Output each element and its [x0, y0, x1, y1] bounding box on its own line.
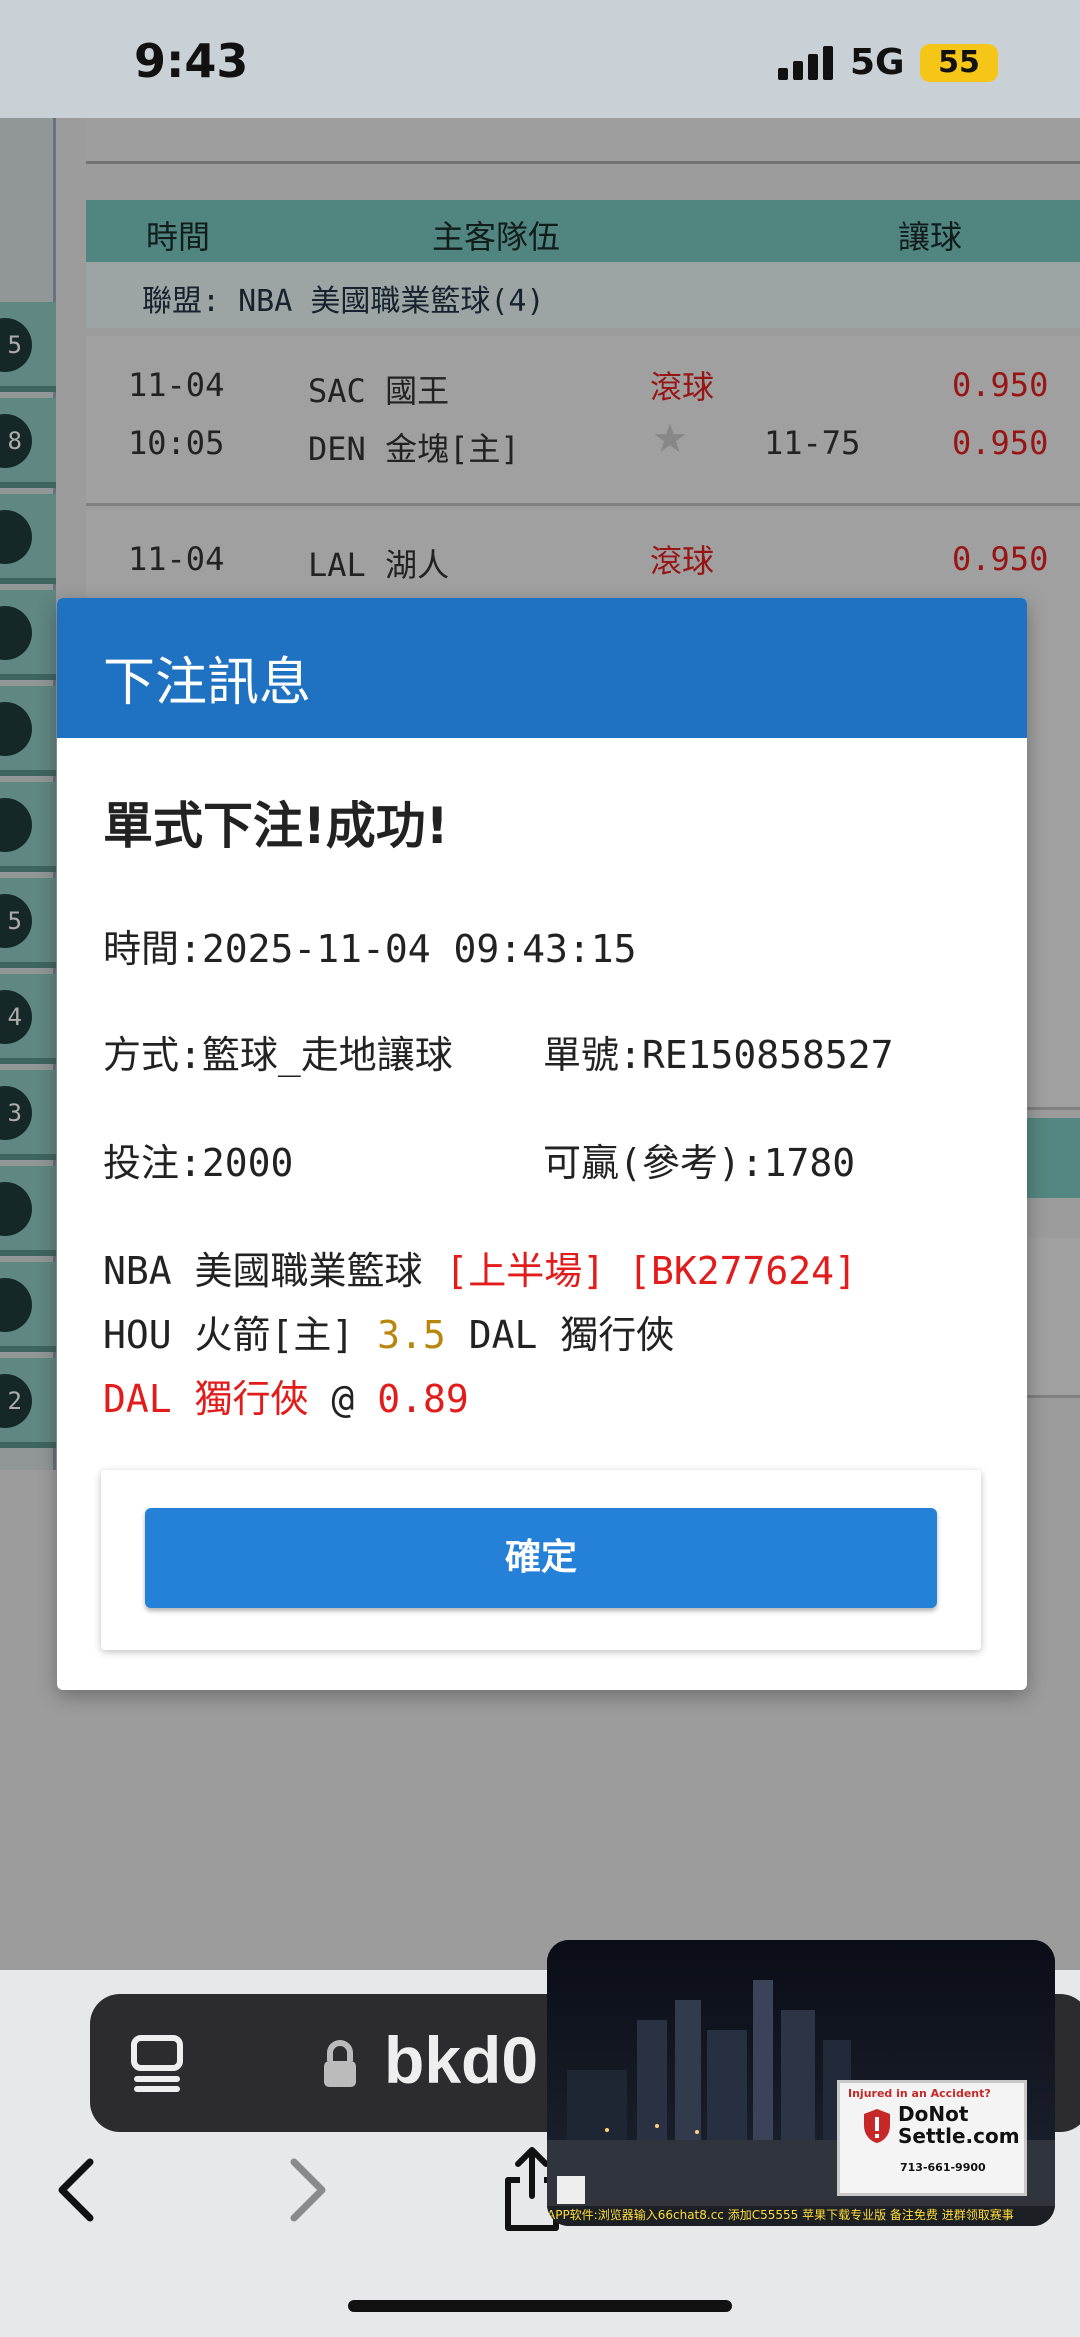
home-team: HOU 火箭[主]	[103, 1313, 355, 1357]
ad-brand: DoNot Settle.com	[898, 2102, 1020, 2148]
battery-level: 55	[938, 45, 980, 80]
back-icon[interactable]	[46, 2150, 106, 2230]
selected-team: DAL 獨行俠	[103, 1377, 309, 1421]
bet-detail-line-3: DAL 獨行俠 @ 0.89	[103, 1368, 469, 1423]
battery-icon: 55	[920, 44, 998, 82]
home-indicator[interactable]	[348, 2300, 732, 2312]
shield-icon	[864, 2109, 890, 2143]
bet-info-dialog: 下注訊息 單式下注!成功! 時間:2025-11-04 09:43:15 方式:…	[57, 598, 1027, 1690]
signal-icon	[778, 46, 834, 80]
bet-method: 方式:籃球_走地讓球	[103, 1033, 453, 1077]
bet-time: 時間:2025-11-04 09:43:15	[103, 927, 637, 971]
video-player[interactable]: Injured in an Accident? DoNot Settle.com…	[547, 1940, 1055, 2226]
order-number: 單號:RE150858527	[543, 1033, 894, 1077]
half-tag: [上半場]	[445, 1249, 606, 1293]
odds-value: 0.89	[377, 1377, 469, 1421]
forward-icon[interactable]	[278, 2150, 338, 2230]
game-code: [BK277624]	[628, 1249, 857, 1293]
network-type: 5G	[850, 42, 905, 83]
bet-amount: 投注:2000	[103, 1141, 294, 1185]
away-team: DAL 獨行俠	[468, 1313, 675, 1357]
handicap-value: 3.5	[377, 1313, 446, 1357]
bet-detail-line-1: NBA 美國職業籃球 [上半場] [BK277624]	[103, 1240, 857, 1295]
potential-win: 可贏(參考):1780	[543, 1141, 856, 1185]
page-menu-icon[interactable]	[130, 2034, 186, 2094]
dialog-title: 下注訊息	[103, 653, 312, 713]
clock: 9:43	[134, 34, 249, 88]
confirm-card: 確定	[101, 1470, 981, 1650]
confirm-button[interactable]: 確定	[145, 1508, 937, 1608]
ad-card[interactable]: Injured in an Accident? DoNot Settle.com…	[837, 2080, 1027, 2196]
success-message: 單式下注!成功!	[103, 797, 449, 855]
bet-detail-line-2: HOU 火箭[主] 3.5 DAL 獨行俠	[103, 1304, 674, 1359]
ad-headline: Injured in an Accident?	[848, 2087, 991, 2100]
url-text[interactable]: bkd0	[384, 2022, 538, 2098]
lock-icon	[324, 2040, 356, 2087]
at-sign: @	[331, 1377, 355, 1421]
league-name: NBA 美國職業籃球	[103, 1249, 423, 1293]
ad-phone: 713-661-9900	[900, 2161, 986, 2174]
status-bar: 9:43 5G 55	[0, 0, 1080, 118]
video-ticker: APP软件:浏览器输入66chat8.cc 添加C55555 苹果下载专业版 备…	[547, 2206, 1055, 2226]
dialog-header: 下注訊息	[57, 598, 1027, 738]
